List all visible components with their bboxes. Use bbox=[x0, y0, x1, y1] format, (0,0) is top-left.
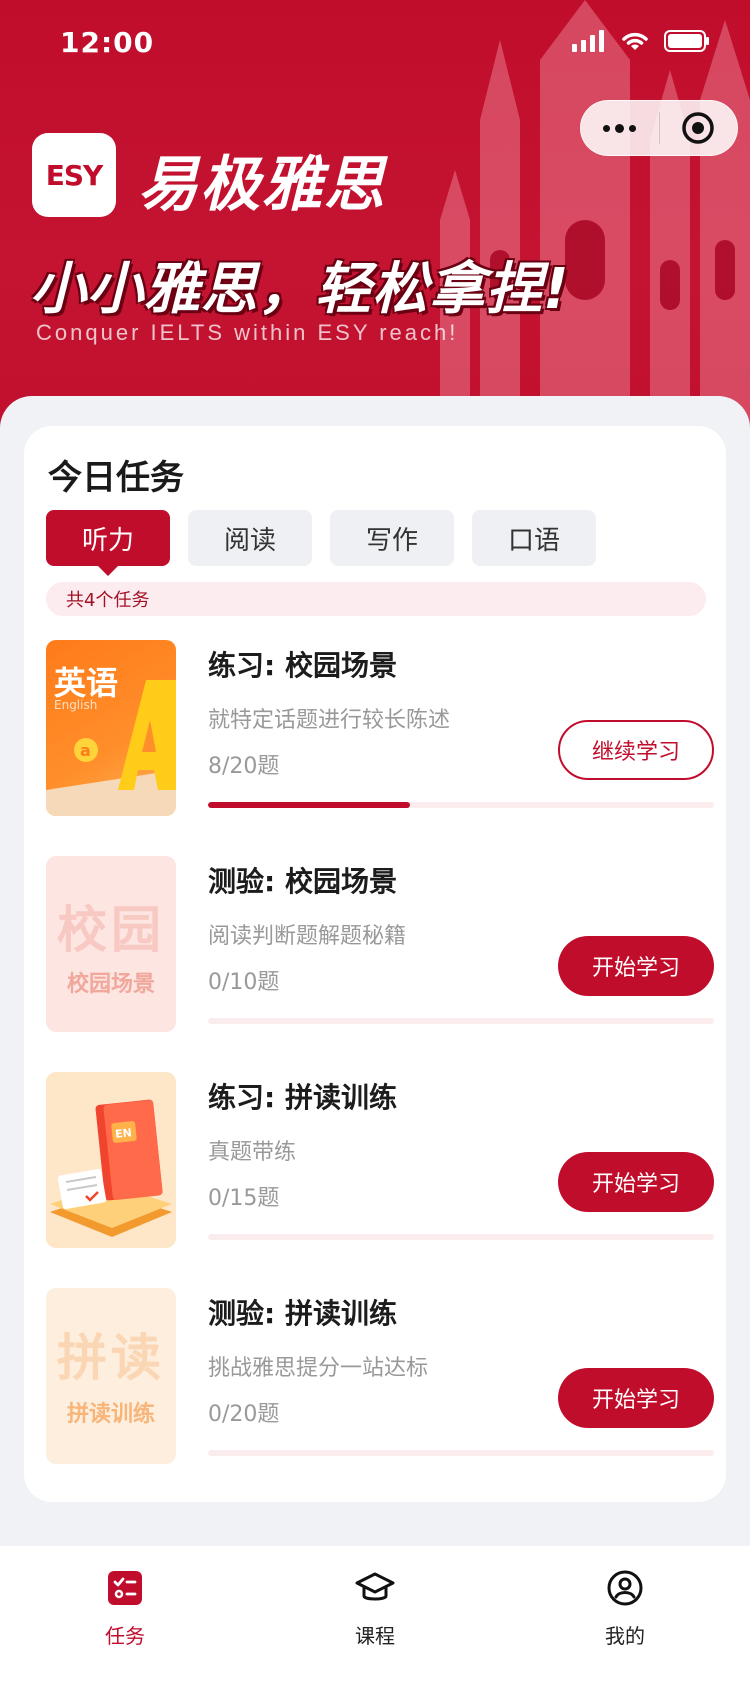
graduation-cap-icon bbox=[355, 1568, 395, 1608]
task-description: 挑战雅思提分一站达标 bbox=[208, 1356, 429, 1381]
progress-track bbox=[208, 1450, 714, 1456]
start-study-button[interactable]: 开始学习 bbox=[558, 1368, 714, 1428]
book-illustration: EN bbox=[50, 1099, 172, 1237]
task-description: 就特定话题进行较长陈述 bbox=[208, 708, 451, 733]
progress-track bbox=[208, 802, 714, 808]
task-count: 共4个任务 bbox=[46, 582, 706, 616]
task-progress-text: 8/20题 bbox=[208, 754, 280, 779]
task-item: EN 练习: 拼读训练 真题带练 0/15题 开始学习 bbox=[46, 1072, 714, 1248]
close-miniprogram-button[interactable] bbox=[660, 101, 738, 155]
continue-study-button[interactable]: 继续学习 bbox=[558, 720, 714, 780]
brand-name: 易极雅思 bbox=[138, 150, 386, 220]
progress-track bbox=[208, 1018, 714, 1024]
nav-label: 课程 bbox=[355, 1624, 395, 1648]
nav-label: 任务 bbox=[105, 1624, 145, 1648]
task-title: 测验: 校园场景 bbox=[208, 865, 397, 898]
tab-reading[interactable]: 阅读 bbox=[188, 510, 312, 566]
letter-a-illustration: a bbox=[46, 680, 176, 816]
bottom-navigation: 任务 课程 我的 bbox=[0, 1546, 750, 1704]
slogan: 小小雅思，轻松拿捏! bbox=[30, 257, 570, 322]
section-title: 今日任务 bbox=[48, 458, 184, 498]
task-title: 测验: 拼读训练 bbox=[208, 1297, 397, 1330]
task-title: 练习: 拼读训练 bbox=[208, 1081, 397, 1114]
nav-courses[interactable]: 课程 bbox=[250, 1546, 500, 1704]
progress-track bbox=[208, 1234, 714, 1240]
more-button[interactable] bbox=[581, 101, 659, 155]
miniprogram-capsule bbox=[580, 100, 738, 156]
task-list-icon bbox=[105, 1568, 145, 1608]
progress-fill bbox=[208, 802, 411, 808]
nav-label: 我的 bbox=[605, 1624, 645, 1648]
header-banner: 12:00 ESY 易极雅思 小小雅思，轻松拿捏! Conquer IELTS … bbox=[0, 0, 750, 440]
task-thumbnail-book: EN bbox=[46, 1072, 176, 1248]
task-progress-text: 0/15题 bbox=[208, 1186, 280, 1211]
tab-writing[interactable]: 写作 bbox=[330, 510, 454, 566]
task-progress-text: 0/10题 bbox=[208, 970, 280, 995]
task-item: 英语 English a 练习: 校园场景 就特定话题进行较长陈述 8/20题 … bbox=[46, 640, 714, 816]
today-tasks-card: 今日任务 听力 阅读 写作 口语 共4个任务 英语 English a 练习: … bbox=[24, 426, 726, 1502]
start-study-button[interactable]: 开始学习 bbox=[558, 1152, 714, 1212]
signal-icon bbox=[572, 30, 604, 52]
task-progress-text: 0/20题 bbox=[208, 1402, 280, 1427]
skill-tabs: 听力 阅读 写作 口语 bbox=[46, 510, 596, 576]
user-circle-icon bbox=[605, 1568, 645, 1608]
status-bar: 12:00 bbox=[0, 0, 750, 88]
task-item: 校园 校园场景 测验: 校园场景 阅读判断题解题秘籍 0/10题 开始学习 bbox=[46, 856, 714, 1032]
app-logo: ESY bbox=[32, 133, 116, 217]
nav-tasks[interactable]: 任务 bbox=[0, 1546, 250, 1704]
status-time: 12:00 bbox=[60, 26, 155, 59]
task-thumbnail-phonics: 拼读 拼读训练 bbox=[46, 1288, 176, 1464]
svg-text:EN: EN bbox=[115, 1126, 133, 1141]
start-study-button[interactable]: 开始学习 bbox=[558, 936, 714, 996]
task-title: 练习: 校园场景 bbox=[208, 649, 397, 682]
nav-mine[interactable]: 我的 bbox=[500, 1546, 750, 1704]
slogan-english: Conquer IELTS within ESY reach! bbox=[36, 320, 459, 345]
wifi-icon bbox=[622, 32, 648, 50]
svg-text:a: a bbox=[80, 741, 91, 760]
task-description: 真题带练 bbox=[208, 1140, 297, 1165]
task-description: 阅读判断题解题秘籍 bbox=[208, 924, 407, 949]
tab-listening[interactable]: 听力 bbox=[46, 510, 170, 576]
task-thumbnail-english: 英语 English a bbox=[46, 640, 176, 816]
tab-speaking[interactable]: 口语 bbox=[472, 510, 596, 566]
task-item: 拼读 拼读训练 测验: 拼读训练 挑战雅思提分一站达标 0/20题 开始学习 bbox=[46, 1288, 714, 1464]
task-thumbnail-campus: 校园 校园场景 bbox=[46, 856, 176, 1032]
target-icon bbox=[682, 112, 714, 144]
battery-icon bbox=[664, 30, 709, 52]
